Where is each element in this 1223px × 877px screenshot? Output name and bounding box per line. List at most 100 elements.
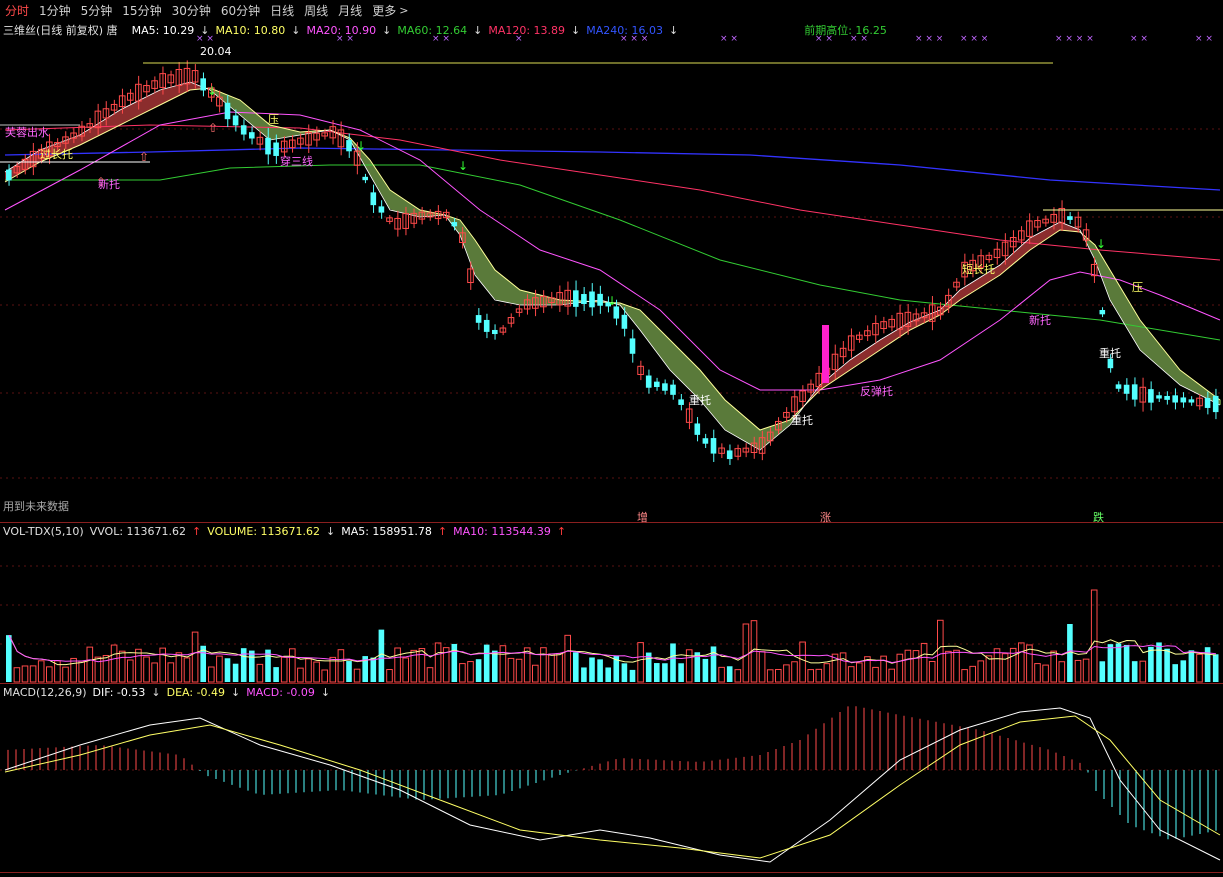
ribbon-segment [493,267,497,301]
volume-bar-up [394,647,401,683]
ribbon-segment [457,219,461,238]
svg-text:× × ×: × × × [620,34,648,44]
ribbon-segment [733,406,737,437]
candle-down [581,294,587,304]
volume-bar-down [726,666,733,682]
candle-down [1131,384,1138,400]
ribbon-segment [681,351,685,385]
volume-bar-down [605,667,611,682]
volume-bar-up [13,667,21,683]
svg-text:× ×: × × [1195,34,1213,44]
red-up-arrow-icon: ⇧ [208,121,218,135]
volume-bar-up [888,668,896,683]
ribbon-segment [501,274,505,302]
down-arrow-icon: ↓ [151,686,161,699]
ribbon-segment [721,395,725,430]
volume-bar-up [564,634,572,683]
candle-down [1204,397,1211,408]
volume-bar-down [451,643,458,682]
volume-bar-down [621,663,628,682]
green-down-arrow-icon: ↓ [356,139,366,153]
candle-down [240,125,247,135]
ribbon-segment [685,355,689,389]
volume-bar-down [573,652,579,682]
chart-canvas[interactable]: ↓ ↓ ↓ ↓ ↓ ⇧ ⇧ ⇧ × × × × × × × × × × × × × × ×… [0,0,1223,877]
candle-down [589,291,595,308]
svg-text:× ×: × × [196,34,214,44]
down-arrow-icon: ↓ [326,525,336,538]
volume-bar-up [280,656,288,683]
volume-bar-down [370,657,377,682]
signal-label: 涨 [820,511,831,524]
volume-bar-down [1164,648,1170,682]
candle-down [1188,399,1195,403]
volume-bar-up [256,663,264,683]
volume-bar-up [151,662,158,683]
ma5-line [4,81,1221,451]
volume-bar-up [799,641,806,683]
volume-bar-up [775,668,782,683]
volume-bar-down [662,663,668,682]
volume-bar-down [597,659,603,682]
volume-bar-up [969,665,977,683]
volume-bar-up [1090,589,1098,683]
volume-bar-down [710,646,717,682]
candle-down [710,438,717,454]
signal-label: 压 [268,113,279,126]
volume-bar-up [418,648,426,683]
signal-label: 新托 [98,178,120,191]
ribbon-segment [729,403,733,435]
volume-bar-up [1042,664,1049,683]
ribbon-segment [277,126,281,139]
volume-bar-up [532,664,539,683]
dif-line [4,707,1221,863]
dif-value: DIF: -0.53 [92,686,146,699]
volume-bar-up [758,651,766,683]
svg-text:× × ×: × × × [960,34,988,44]
volume-bar-up [337,649,345,683]
volume-bar-up [402,657,409,683]
limit-up-candle [822,325,829,383]
volume-bar-up [386,669,393,683]
volume-bar-up [110,644,118,683]
volume-bar-up [102,655,110,683]
ribbon-segment [133,101,137,119]
signal-label: 重托 [1099,347,1121,360]
volume-bar-up [467,661,474,683]
moving-average-lines [4,81,1221,451]
volume-bar-up [289,648,296,683]
volume-bar-down [702,658,709,682]
ribbon-segment [689,359,693,393]
svg-text:× ×: × × [432,34,450,44]
candle-down [249,132,255,139]
vol-ma5-value: MA5: 158951.78 [341,525,432,538]
candle-down [200,78,206,91]
ribbon-segment [717,390,721,426]
svg-text:× ×: × × [850,34,868,44]
volume-bar-down [1123,644,1130,682]
signal-label: 压 [1132,281,1143,294]
ribbon-segment [749,420,753,446]
candle-down [1164,395,1170,400]
volume-bar-up [191,631,199,683]
volume-bar-up [945,650,952,683]
volume-bar-up [718,666,725,683]
ribbon-segment [233,97,237,113]
ribbon-segment [117,109,121,127]
ribbon-segment [533,293,537,305]
volume-bar-up [807,669,815,683]
volume-bar-up [847,666,855,683]
green-down-arrow-icon: ↓ [1096,237,1106,251]
volume-bar-up [985,655,993,683]
ribbon-segment [285,128,289,138]
candle-down [613,306,620,319]
volume-bar-up [1074,659,1082,683]
volume-bar-up [143,656,150,683]
ribbon-segment [673,343,677,377]
volume-bar-down [678,663,684,682]
volume-bar-up [839,652,847,683]
volume-bars [6,589,1219,683]
grid-lines [0,128,1223,771]
volume-bar-down [1148,646,1154,682]
candle-down [346,140,352,152]
